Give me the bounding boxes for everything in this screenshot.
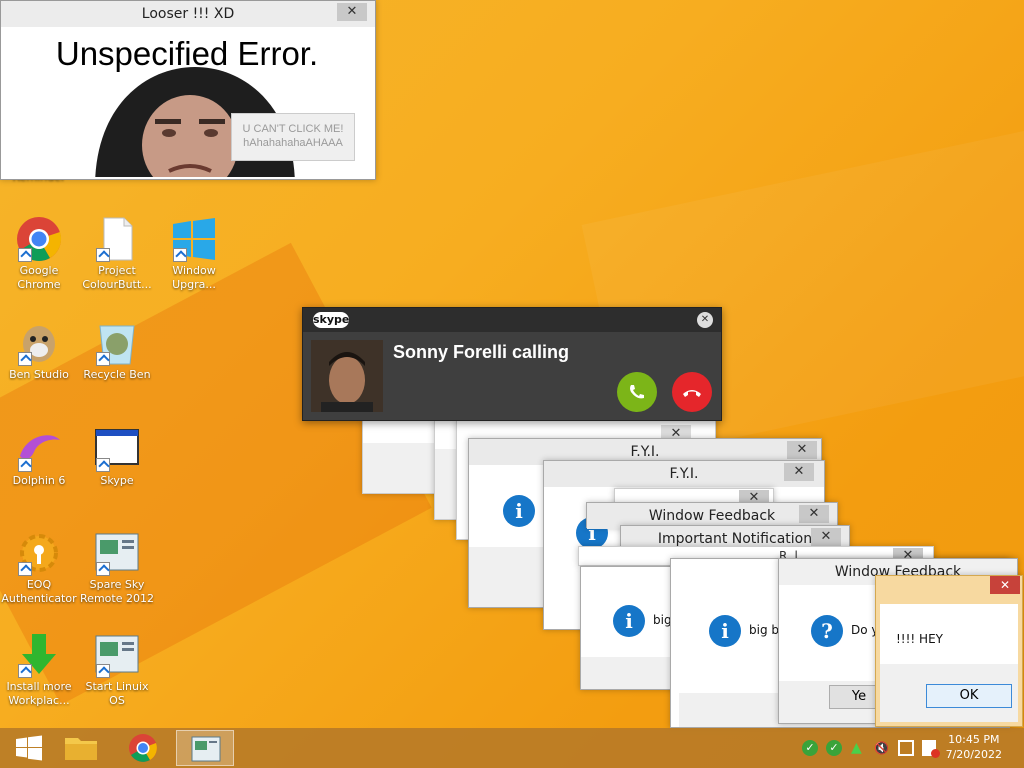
shortcut-arrow-icon <box>18 458 32 472</box>
app-window-icon <box>191 736 221 762</box>
info-icon: i <box>613 605 645 637</box>
hey-message: !!!! HEY <box>896 632 943 646</box>
desktop-icon-install-more[interactable]: Install more Workplac... <box>0 632 78 708</box>
shortcut-arrow-icon <box>96 352 110 366</box>
download-arrow-icon <box>16 632 62 678</box>
window-feedback-title: Window Feedback <box>648 508 776 524</box>
taskbar: ✓ ✓ ▲ 🔇 10:45 PM 7/20/2022 <box>0 728 1024 768</box>
shortcut-arrow-icon <box>96 458 110 472</box>
windows-logo-icon <box>171 216 217 262</box>
prank-window: Looser !!! XD ✕ Unspecified Error. U CAN… <box>0 0 376 180</box>
important-notification-title: Important Notification <box>657 531 813 547</box>
window-app-icon <box>94 426 140 472</box>
clock-time: 10:45 PM <box>948 733 1000 746</box>
skype-titlebar: skype ✕ <box>303 308 721 332</box>
close-button[interactable]: ✕ <box>337 3 367 21</box>
shortcut-arrow-icon <box>96 248 110 262</box>
app-window-icon <box>94 530 140 576</box>
desktop-icon-ben-studio[interactable]: Ben Studio <box>0 320 78 382</box>
prank-window-titlebar: Looser !!! XD ✕ <box>1 1 375 27</box>
hey-dialog-body: !!!! HEY <box>880 604 1018 664</box>
fyi-title: F.Y.I. <box>669 466 699 482</box>
fyi-title: F.Y.I. <box>630 444 660 460</box>
shield-check-icon[interactable]: ✓ <box>826 740 842 756</box>
clock[interactable]: 10:45 PM 7/20/2022 <box>946 732 1002 762</box>
ok-button[interactable]: OK <box>926 684 1012 708</box>
info-icon: i <box>709 615 741 647</box>
message-text: big <box>653 613 672 627</box>
shortcut-arrow-icon <box>96 664 110 678</box>
desktop-icon-window-upgrade[interactable]: Window Upgra... <box>155 216 233 292</box>
caller-name: Sonny Forelli calling <box>393 342 570 362</box>
dolphin-icon <box>16 426 62 472</box>
shortcut-arrow-icon <box>18 352 32 366</box>
accept-call-button[interactable] <box>617 372 657 412</box>
taskbar-chrome[interactable] <box>114 730 172 766</box>
desktop-icon-spare-sky-remote[interactable]: Spare Sky Remote 2012 <box>78 530 156 606</box>
start-button[interactable] <box>0 730 58 766</box>
hang-up-icon <box>683 390 701 397</box>
skype-logo-icon: skype <box>313 312 350 328</box>
hey-dialog-titlebar: ✕ <box>876 576 1022 596</box>
taskbar-active-app[interactable] <box>176 730 234 766</box>
shortcut-arrow-icon <box>18 248 32 262</box>
close-button[interactable]: ✕ <box>990 576 1020 594</box>
close-button[interactable]: ✕ <box>784 463 814 481</box>
close-button[interactable]: ✕ <box>697 312 713 328</box>
desktop-icon-start-linuix[interactable]: Start Linuix OS <box>78 632 156 708</box>
prank-window-body: Unspecified Error. U CAN'T CLICK ME! hAh… <box>5 29 369 177</box>
close-button[interactable]: ✕ <box>811 528 841 546</box>
upload-arrow-icon[interactable]: ▲ <box>851 740 865 756</box>
document-icon <box>94 216 140 262</box>
error-heading: Unspecified Error. <box>55 35 319 72</box>
shortcut-arrow-icon <box>18 562 32 576</box>
shortcut-arrow-icon <box>173 248 187 262</box>
gear-key-icon <box>16 530 62 576</box>
question-icon: ? <box>811 615 843 647</box>
app-window-icon <box>94 632 140 678</box>
skype-call-window: skype ✕ Sonny Forelli calling <box>302 307 722 421</box>
shortcut-arrow-icon <box>96 562 110 576</box>
desktop-icon-skype[interactable]: Skype <box>78 426 156 488</box>
network-icon[interactable] <box>898 740 914 756</box>
shield-check-icon[interactable]: ✓ <box>802 740 818 756</box>
recycle-ben-icon <box>94 320 140 366</box>
windows-start-icon <box>16 735 42 761</box>
message-dialog: i big <box>580 566 680 690</box>
prank-window-title: Looser !!! XD <box>141 6 235 22</box>
decline-call-button[interactable] <box>672 372 712 412</box>
volume-muted-icon[interactable]: 🔇 <box>874 740 892 756</box>
action-center-flag-icon[interactable] <box>922 740 940 758</box>
desktop-icon-dolphin[interactable]: Dolphin 6 <box>0 426 78 488</box>
cant-click-button[interactable]: U CAN'T CLICK ME! hAhahahahaAHAAA <box>231 113 355 161</box>
shortcut-arrow-icon <box>18 664 32 678</box>
close-button[interactable]: ✕ <box>787 441 817 459</box>
clock-date: 7/20/2022 <box>945 748 1002 761</box>
taskbar-file-explorer[interactable] <box>52 730 110 766</box>
fyi-dialog-titlebar: F.Y.I. ✕ <box>544 461 824 487</box>
folder-icon <box>65 738 97 760</box>
chrome-icon <box>129 734 157 762</box>
desktop-icon-eoq-authenticator[interactable]: EOQ Authenticator <box>0 530 78 606</box>
desktop-icon-project[interactable]: Project ColourButt... <box>78 216 156 292</box>
chrome-icon <box>16 216 62 262</box>
close-button[interactable]: ✕ <box>799 505 829 523</box>
ben-dog-icon <box>16 320 62 366</box>
info-icon: i <box>503 495 535 527</box>
desktop-icon-google-chrome[interactable]: Google Chrome <box>0 216 78 292</box>
phone-icon <box>630 385 644 399</box>
desktop-icon-recycle-ben[interactable]: Recycle Ben <box>78 320 156 382</box>
hey-dialog: ✕ !!!! HEY OK <box>875 575 1023 727</box>
caller-avatar <box>311 340 383 412</box>
